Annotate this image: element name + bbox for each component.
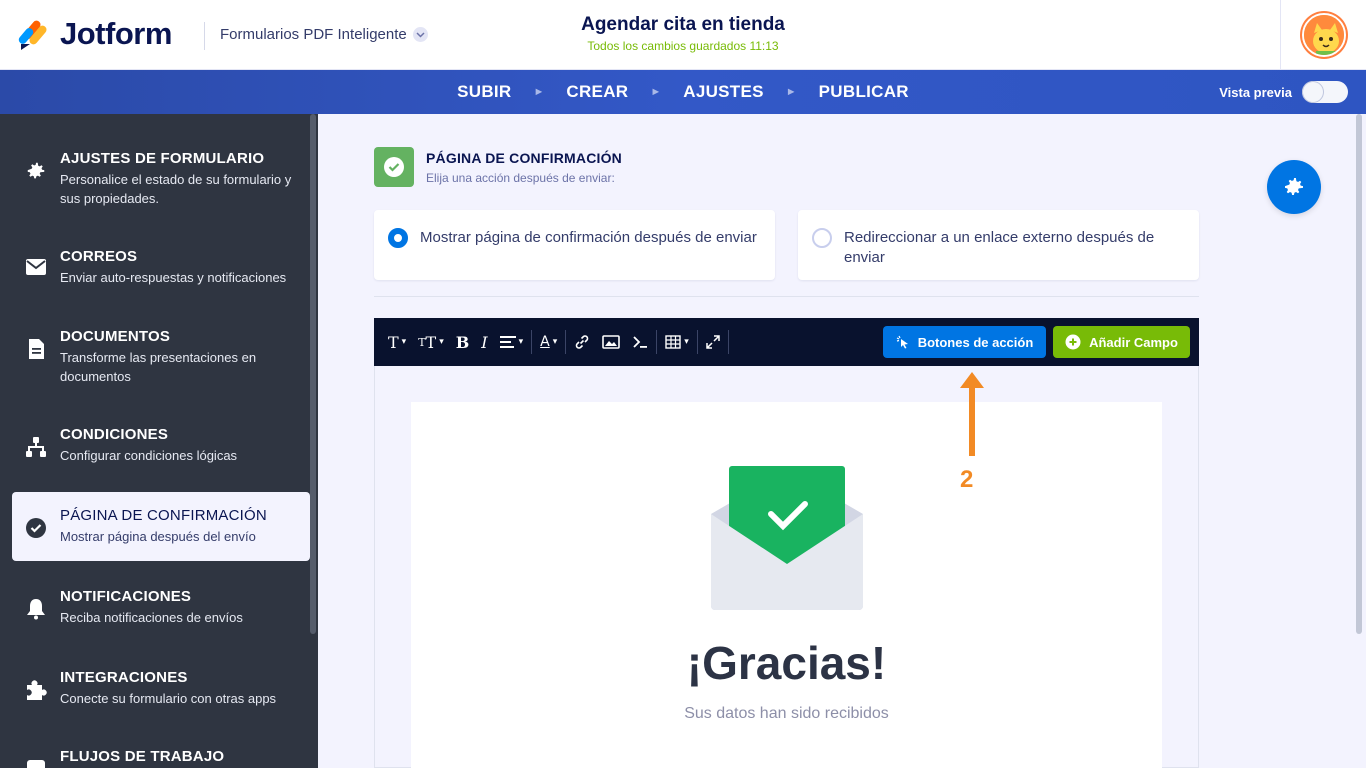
align-dropdown[interactable]: ▾: [494, 318, 530, 366]
code-button[interactable]: [626, 318, 654, 366]
preview-toggle[interactable]: [1302, 81, 1348, 103]
gear-icon: [1285, 178, 1303, 195]
sidebar-item-form-settings[interactable]: AJUSTES DE FORMULARIO Personalice el est…: [12, 150, 310, 212]
toolbar-separator: [531, 330, 533, 354]
sidebar-item-title: PÁGINA DE CONFIRMACIÓN: [60, 507, 267, 524]
annotation-arrow-up-icon: [960, 372, 984, 456]
sitemap-icon: [12, 426, 60, 458]
sidebar-item-desc: Mostrar página después del envío: [60, 529, 256, 544]
image-icon: [602, 335, 621, 349]
sidebar-item-conditions[interactable]: CONDICIONES Configurar condiciones lógic…: [12, 426, 310, 470]
envelope-check-icon: [711, 466, 863, 610]
toolbar-separator: [656, 330, 658, 354]
toolbar-separator: [727, 330, 729, 354]
sidebar-item-title: DOCUMENTOS: [60, 328, 171, 345]
document-icon: [12, 328, 60, 360]
form-title[interactable]: Agendar cita en tienda: [0, 14, 1366, 36]
sidebar-item-title: NOTIFICACIONES: [60, 588, 192, 605]
pointer-click-icon: [896, 335, 908, 349]
preview-label: Vista previa: [1219, 84, 1292, 100]
text-style-dropdown[interactable]: T ▾: [382, 318, 412, 366]
action-buttons-label: Botones de acción: [917, 334, 1034, 350]
option-label: Mostrar página de confirmación después d…: [420, 229, 757, 246]
sidebar-item-emails[interactable]: CORREOS Enviar auto-respuestas y notific…: [12, 248, 310, 292]
action-buttons-button[interactable]: Botones de acción: [883, 326, 1046, 358]
toggle-knob: [1303, 82, 1323, 102]
user-menu[interactable]: [1280, 0, 1366, 70]
sidebar-item-desc: Enviar auto-respuestas y notificaciones: [60, 270, 287, 285]
sidebar-item-desc: Reciba notificaciones de envíos: [60, 610, 243, 625]
save-status: Todos los cambios guardados 11:13: [587, 39, 779, 53]
italic-button[interactable]: I: [475, 318, 493, 366]
sidebar-item-desc: Conecte su formulario con otras apps: [60, 691, 277, 706]
step-publish[interactable]: PUBLICAR: [819, 82, 909, 102]
check-circle-icon: [12, 507, 60, 539]
sidebar-scrollbar[interactable]: [310, 114, 316, 634]
step-settings[interactable]: AJUSTES: [683, 82, 764, 102]
thank-you-message[interactable]: Sus datos han sido recibidos: [411, 705, 1162, 723]
sidebar-item-title: CONDICIONES: [60, 426, 169, 443]
avatar[interactable]: [1301, 13, 1346, 57]
settings-sidebar: AJUSTES DE FORMULARIO Personalice el est…: [0, 114, 318, 768]
radio-show-confirmation[interactable]: [388, 228, 408, 248]
section-subtitle: Elija una acción después de enviar:: [426, 171, 615, 185]
chevron-right-icon: ►: [650, 86, 662, 98]
bell-icon: [12, 588, 60, 620]
step-build[interactable]: CREAR: [566, 82, 628, 102]
option-label: Redireccionar a un enlace externo despué…: [844, 229, 1155, 266]
plus-circle-icon: [1065, 334, 1081, 350]
table-icon: [665, 335, 681, 349]
builder-steps: SUBIR ► CREAR ► AJUSTES ► PUBLICAR: [0, 70, 1366, 114]
puzzle-icon: [12, 669, 60, 701]
option-show-confirmation[interactable]: Mostrar página de confirmación después d…: [374, 210, 775, 280]
sidebar-item-desc: Personalice el estado de su formulario y…: [60, 172, 292, 206]
text-color-dropdown[interactable]: A ▾: [534, 318, 563, 366]
workflow-icon: [12, 748, 60, 768]
builder-navbar: SUBIR ► CREAR ► AJUSTES ► PUBLICAR Vista…: [0, 70, 1366, 114]
toolbar-separator: [565, 330, 567, 354]
chevron-right-icon: ►: [533, 86, 545, 98]
sidebar-item-title: FLUJOS DE TRABAJO: [60, 748, 225, 765]
envelope-icon: [12, 248, 60, 276]
option-redirect-external[interactable]: Redireccionar a un enlace externo despué…: [798, 210, 1199, 280]
toolbar-separator: [696, 330, 698, 354]
link-button[interactable]: [568, 318, 596, 366]
sidebar-item-desc: Configurar condiciones lógicas: [60, 448, 238, 463]
sidebar-item-title: CORREOS: [60, 248, 138, 265]
check-circle-icon: [384, 157, 404, 177]
font-size-dropdown[interactable]: T T ▾: [412, 318, 450, 366]
settings-gear-button[interactable]: [1267, 160, 1321, 214]
sidebar-item-confirmation-page[interactable]: PÁGINA DE CONFIRMACIÓN Mostrar página de…: [12, 492, 310, 561]
fullscreen-button[interactable]: [700, 318, 726, 366]
section-divider: [374, 296, 1199, 297]
preview-control: Vista previa: [1219, 81, 1348, 103]
main-scrollbar[interactable]: [1356, 114, 1362, 634]
thank-you-heading[interactable]: ¡Gracias!: [411, 636, 1162, 690]
image-button[interactable]: [596, 318, 626, 366]
link-icon: [575, 335, 589, 349]
cat-avatar-icon: [1303, 15, 1344, 55]
sidebar-item-notifications[interactable]: NOTIFICACIONES Reciba notificaciones de …: [12, 588, 310, 632]
confirmation-section-icon: [374, 147, 414, 187]
sidebar-item-title: INTEGRACIONES: [60, 669, 188, 686]
sidebar-item-title: AJUSTES DE FORMULARIO: [60, 150, 265, 167]
radio-redirect-external[interactable]: [812, 228, 832, 248]
top-header: Jotform Formularios PDF Inteligente Agen…: [0, 0, 1366, 70]
gear-icon: [12, 150, 60, 182]
table-dropdown[interactable]: ▾: [659, 318, 695, 366]
add-field-button[interactable]: Añadir Campo: [1053, 326, 1190, 358]
expand-icon: [706, 335, 720, 349]
sidebar-item-workflows[interactable]: FLUJOS DE TRABAJO: [12, 748, 310, 768]
sidebar-item-integrations[interactable]: INTEGRACIONES Conecte su formulario con …: [12, 669, 310, 713]
chevron-right-icon: ►: [785, 86, 797, 98]
sidebar-item-desc: Transforme las presentaciones en documen…: [60, 350, 257, 384]
terminal-icon: [633, 336, 648, 348]
annotation-step-number: 2: [960, 466, 974, 493]
sidebar-item-documents[interactable]: DOCUMENTOS Transforme las presentaciones…: [12, 328, 310, 392]
align-left-icon: [499, 336, 516, 348]
section-title: PÁGINA DE CONFIRMACIÓN: [426, 150, 622, 166]
bold-button[interactable]: B: [450, 318, 476, 366]
step-upload[interactable]: SUBIR: [457, 82, 511, 102]
add-field-label: Añadir Campo: [1089, 334, 1178, 350]
